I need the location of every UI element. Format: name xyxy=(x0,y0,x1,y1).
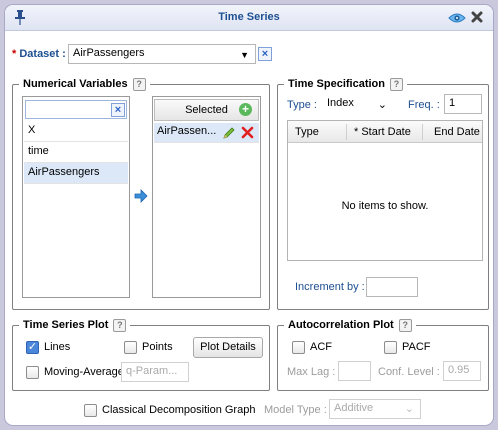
selected-item[interactable]: AirPassen... xyxy=(154,123,259,143)
chevron-down-icon: ⌄ xyxy=(377,99,387,111)
points-label: Points xyxy=(142,341,173,353)
points-checkbox[interactable] xyxy=(124,341,137,354)
delete-icon[interactable] xyxy=(241,126,254,139)
q-param-input[interactable]: q-Param... xyxy=(121,362,189,382)
window-title: Time Series xyxy=(218,11,280,23)
close-icon[interactable] xyxy=(471,11,483,23)
add-icon[interactable]: + xyxy=(239,103,252,116)
list-item[interactable]: AirPassengers xyxy=(24,163,128,184)
time-series-plot-title: Time Series Plot xyxy=(23,319,109,331)
lines-label: Lines xyxy=(44,341,71,353)
column-start-date[interactable]: * Start Date xyxy=(354,121,411,143)
time-specification-legend: Time Specification? xyxy=(284,77,407,92)
time-series-dialog: Time Series * Dataset : AirPassengers ▼ … xyxy=(4,4,494,426)
increment-label: Increment by : xyxy=(295,281,365,293)
dataset-value: AirPassengers xyxy=(73,47,145,59)
grid-header: Type * Start Date End Date xyxy=(288,121,482,143)
model-type-value: Additive xyxy=(334,402,374,414)
conf-level-input[interactable]: 0.95 xyxy=(443,361,481,381)
lines-checkbox[interactable]: ✓ xyxy=(26,341,39,354)
dataset-clear-button[interactable]: × xyxy=(258,47,272,61)
autocorrelation-plot-group: Autocorrelation Plot? ACF PACF Max Lag :… xyxy=(277,318,489,391)
chevron-down-icon: ⌄ xyxy=(404,403,414,415)
column-type[interactable]: Type xyxy=(295,121,319,143)
list-item-label: X xyxy=(28,124,36,136)
required-mark: * xyxy=(12,48,17,60)
help-icon[interactable]: ? xyxy=(132,77,146,91)
help-icon[interactable]: ? xyxy=(390,77,403,91)
list-item-label: time xyxy=(28,145,49,157)
classical-decomposition-label: Classical Decomposition Graph xyxy=(102,404,256,416)
time-spec-grid: Type * Start Date End Date No items to s… xyxy=(287,120,483,261)
max-lag-input[interactable] xyxy=(338,361,371,381)
help-icon[interactable]: ? xyxy=(398,318,412,332)
type-label: Type : xyxy=(287,99,317,111)
time-specification-group: Time Specification? Type : Index ⌄ Freq.… xyxy=(277,77,489,310)
classical-decomposition-checkbox[interactable] xyxy=(84,404,97,417)
empty-grid-text: No items to show. xyxy=(341,200,429,212)
selected-variables-list: Selected + AirPassen... xyxy=(152,96,261,298)
time-specification-title: Time Specification xyxy=(288,78,385,90)
eye-icon[interactable] xyxy=(448,12,466,24)
column-divider xyxy=(422,124,423,140)
model-type-select[interactable]: Additive ⌄ xyxy=(329,399,421,419)
list-item-label: AirPassengers xyxy=(28,166,100,178)
time-series-plot-group: Time Series Plot? ✓ Lines Points Plot De… xyxy=(12,318,270,391)
list-item[interactable]: time xyxy=(24,142,128,163)
pencil-icon[interactable] xyxy=(222,126,236,140)
selected-header-label: Selected xyxy=(185,104,228,116)
autocorrelation-plot-title: Autocorrelation Plot xyxy=(288,319,394,331)
q-param-placeholder: q-Param... xyxy=(126,365,178,377)
freq-input[interactable]: 1 xyxy=(444,94,482,114)
help-icon[interactable]: ? xyxy=(113,318,127,332)
column-end-date[interactable]: End Date xyxy=(434,121,480,143)
chevron-down-icon: ▼ xyxy=(240,50,249,60)
numerical-variables-group: Numerical Variables? × X time AirPasseng… xyxy=(12,77,270,310)
moving-average-label: Moving-Average xyxy=(44,366,124,378)
max-lag-label: Max Lag : xyxy=(287,366,336,378)
acf-label: ACF xyxy=(310,341,332,353)
conf-level-label: Conf. Level : xyxy=(378,366,440,378)
freq-value: 1 xyxy=(449,97,456,109)
plot-details-button[interactable]: Plot Details xyxy=(193,337,263,358)
arrow-right-icon[interactable] xyxy=(134,189,148,203)
autocorrelation-plot-legend: Autocorrelation Plot? xyxy=(284,318,416,333)
time-series-plot-legend: Time Series Plot? xyxy=(19,318,131,333)
dataset-select[interactable]: AirPassengers ▼ xyxy=(68,44,256,64)
freq-label: Freq. : xyxy=(408,99,440,111)
available-variables-list: × X time AirPassengers xyxy=(22,96,130,298)
pacf-checkbox[interactable] xyxy=(384,341,397,354)
numerical-variables-title: Numerical Variables xyxy=(23,78,128,90)
dataset-label: * Dataset : xyxy=(12,48,66,60)
pacf-label: PACF xyxy=(402,341,431,353)
acf-checkbox[interactable] xyxy=(292,341,305,354)
increment-input[interactable] xyxy=(366,277,418,297)
selected-item-label: AirPassen... xyxy=(157,125,217,137)
type-select[interactable]: Index ⌄ xyxy=(322,94,392,114)
title-bar: Time Series xyxy=(5,5,493,31)
search-clear-button[interactable]: × xyxy=(111,103,125,117)
dataset-label-text: Dataset : xyxy=(19,48,66,60)
numerical-variables-legend: Numerical Variables? xyxy=(19,77,150,92)
conf-level-value: 0.95 xyxy=(448,364,470,376)
list-item[interactable]: X xyxy=(24,121,128,142)
moving-average-checkbox[interactable] xyxy=(26,366,39,379)
model-type-label: Model Type : xyxy=(264,404,327,416)
type-value: Index xyxy=(327,97,354,109)
column-divider xyxy=(346,124,347,140)
